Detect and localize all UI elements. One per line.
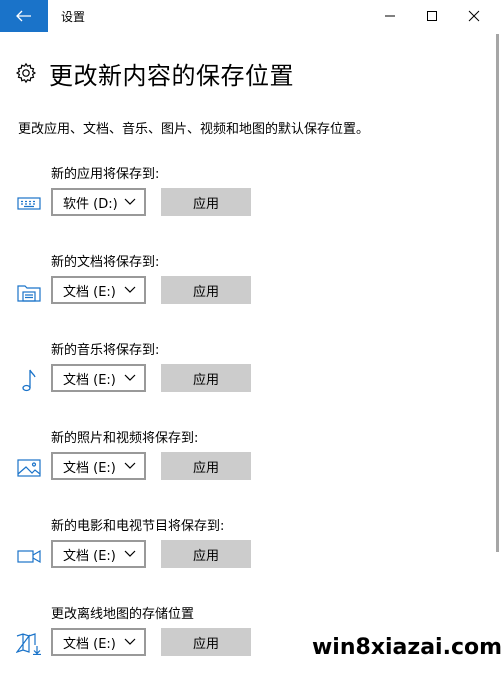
gear-icon — [15, 62, 37, 84]
minimize-button[interactable] — [370, 0, 410, 32]
title-bar: 设置 — [0, 0, 502, 32]
chevron-down-icon — [124, 462, 136, 469]
map-download-icon — [16, 631, 42, 657]
apply-button[interactable]: 应用 — [161, 540, 251, 568]
close-button[interactable] — [454, 0, 494, 32]
apply-button[interactable]: 应用 — [161, 452, 251, 480]
keyboard-icon — [16, 191, 42, 217]
section-apps: 新的应用将保存到: 软件 (D:) 应用 — [0, 163, 502, 233]
apply-button[interactable]: 应用 — [161, 364, 251, 392]
drive-select-value: 文档 (E:) — [63, 284, 116, 300]
chevron-down-icon — [124, 286, 136, 293]
chevron-down-icon — [124, 198, 136, 205]
maximize-icon — [427, 11, 437, 21]
video-camera-icon — [16, 543, 42, 569]
drive-select[interactable]: 文档 (E:) — [51, 628, 146, 656]
watermark: win8xiazai.com — [312, 630, 502, 664]
section-label: 新的照片和视频将保存到: — [51, 431, 199, 446]
drive-select-value: 文档 (E:) — [63, 372, 116, 388]
maximize-button[interactable] — [412, 0, 452, 32]
page-description: 更改应用、文档、音乐、图片、视频和地图的默认保存位置。 — [18, 122, 370, 137]
picture-icon — [16, 455, 42, 481]
drive-select[interactable]: 文档 (E:) — [51, 276, 146, 304]
apply-button[interactable]: 应用 — [161, 628, 251, 656]
drive-select-value: 文档 (E:) — [63, 548, 116, 564]
chevron-down-icon — [124, 550, 136, 557]
chevron-down-icon — [124, 374, 136, 381]
drive-select-value: 软件 (D:) — [63, 196, 118, 212]
back-button[interactable] — [0, 0, 48, 32]
drive-select[interactable]: 文档 (E:) — [51, 540, 146, 568]
apply-button[interactable]: 应用 — [161, 188, 251, 216]
drive-select-value: 文档 (E:) — [63, 460, 116, 476]
section-movies: 新的电影和电视节目将保存到: 文档 (E:) 应用 — [0, 515, 502, 585]
apply-button[interactable]: 应用 — [161, 276, 251, 304]
section-label: 新的应用将保存到: — [51, 167, 160, 182]
drive-select[interactable]: 软件 (D:) — [51, 188, 146, 216]
section-label: 新的电影和电视节目将保存到: — [51, 519, 225, 534]
page-title: 更改新内容的保存位置 — [49, 61, 294, 90]
drive-select[interactable]: 文档 (E:) — [51, 364, 146, 392]
page-header: 更改新内容的保存位置 — [15, 56, 294, 90]
document-folder-icon — [16, 279, 42, 305]
section-photos: 新的照片和视频将保存到: 文档 (E:) 应用 — [0, 427, 502, 497]
drive-select-value: 文档 (E:) — [63, 636, 116, 652]
section-music: 新的音乐将保存到: 文档 (E:) 应用 — [0, 339, 502, 409]
section-label: 新的音乐将保存到: — [51, 343, 160, 358]
window-title: 设置 — [61, 10, 86, 24]
back-arrow-icon — [16, 10, 31, 22]
music-note-icon — [16, 367, 42, 393]
drive-select[interactable]: 文档 (E:) — [51, 452, 146, 480]
scrollbar[interactable] — [496, 34, 499, 552]
section-documents: 新的文档将保存到: 文档 (E:) 应用 — [0, 251, 502, 321]
section-label: 新的文档将保存到: — [51, 255, 160, 270]
chevron-down-icon — [124, 638, 136, 645]
section-label: 更改离线地图的存储位置 — [51, 607, 195, 622]
minimize-icon — [385, 15, 395, 17]
close-icon — [468, 10, 480, 22]
